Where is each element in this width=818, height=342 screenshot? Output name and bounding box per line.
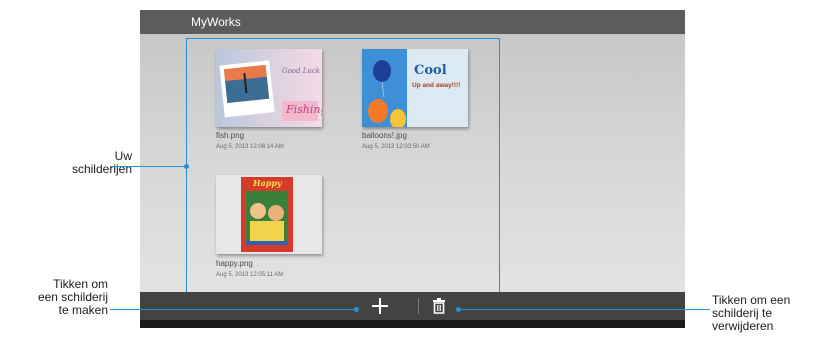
callout-paintings: Uw schilderijen xyxy=(52,150,132,176)
tablet-screen: MyWorks Good Luck Fishing fish.png Aug 5… xyxy=(140,10,685,328)
thumbnail-balloons[interactable]: Cool Up and away!!!! xyxy=(362,49,468,127)
callout-delete-dot xyxy=(456,307,461,312)
callout-create: Tikken om een schilderij te maken xyxy=(0,278,108,317)
file-name-balloons: balloons!.jpg xyxy=(362,131,407,140)
file-date-happy: Aug 5, 2013 12:05:11 AM xyxy=(216,272,284,278)
callout-create-dot xyxy=(354,307,359,312)
callout-create-line-3: te maken xyxy=(58,303,108,317)
file-name-fish: fish.png xyxy=(216,131,245,140)
title-bar: MyWorks xyxy=(140,10,685,34)
callout-create-line xyxy=(110,309,356,310)
file-name-happy: happy.png xyxy=(216,259,253,268)
fish-thumb-text-1: Good Luck xyxy=(282,67,321,75)
file-date-fish: Aug 5, 2013 12:06:14 AM xyxy=(216,144,284,150)
balloons-thumb-text-2: Up and away!!!! xyxy=(412,82,461,89)
thumbnail-fish[interactable]: Good Luck Fishing xyxy=(216,49,322,127)
balloons-thumb-text-1: Cool xyxy=(414,63,447,78)
trash-icon[interactable] xyxy=(431,297,447,315)
toolbar-separator xyxy=(418,298,419,314)
callout-delete-line xyxy=(458,309,710,310)
file-date-balloons: Aug 5, 2013 12:03:50 AM xyxy=(362,144,430,150)
happy-thumb-text: Happy xyxy=(253,178,282,188)
system-nav-bar xyxy=(140,320,685,328)
action-bar xyxy=(140,292,685,320)
app-title: MyWorks xyxy=(191,15,241,29)
plus-icon[interactable] xyxy=(370,296,390,316)
thumbnail-happy[interactable]: Happy xyxy=(216,175,322,254)
callout-paintings-line-2: schilderijen xyxy=(71,162,132,176)
callout-paintings-line xyxy=(110,166,186,167)
callout-paintings-dot xyxy=(184,164,189,169)
callout-delete: Tikken om een schilderij te verwijderen xyxy=(712,294,818,333)
callout-delete-line-3: verwijderen xyxy=(712,319,774,333)
fish-thumb-text-2: Fishing xyxy=(286,103,322,116)
